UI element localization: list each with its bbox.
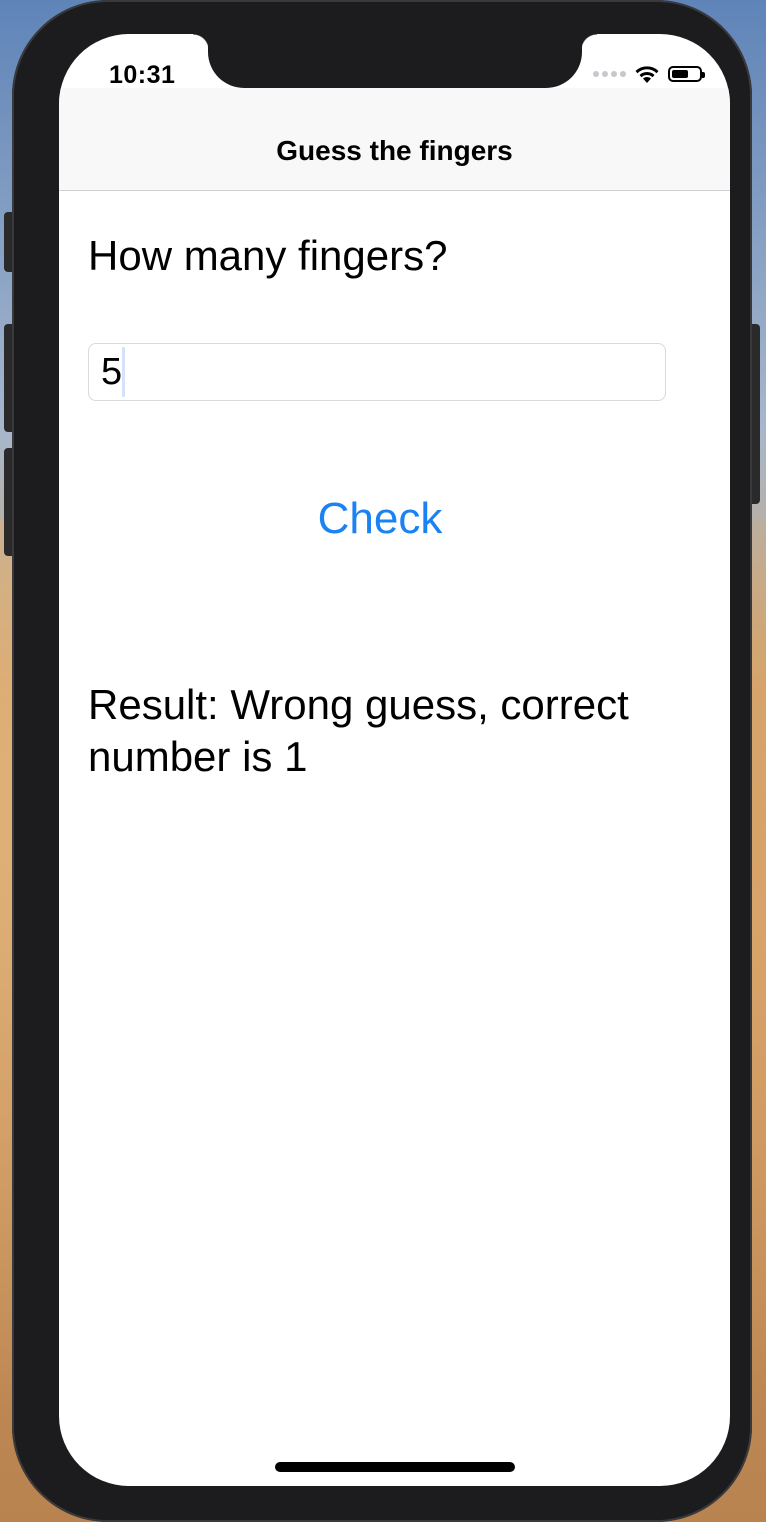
home-indicator[interactable] [275, 1462, 515, 1472]
question-label: How many fingers? [88, 232, 448, 279]
wifi-icon [635, 66, 659, 83]
page-title: Guess the fingers [276, 135, 513, 166]
battery-icon [668, 66, 705, 82]
text-cursor [122, 347, 125, 397]
check-button[interactable]: Check [59, 489, 701, 549]
status-icons [593, 64, 705, 84]
app-screen: 10:31 Guess the fingers How many fingers… [59, 34, 730, 1486]
navigation-bar: Guess the fingers [59, 88, 730, 191]
phone-frame: 10:31 Guess the fingers How many fingers… [12, 0, 752, 1522]
result-label: Result: Wrong guess, correct number is 1 [88, 681, 629, 780]
device-notch [193, 34, 597, 88]
status-time: 10:31 [109, 61, 176, 89]
fingers-guess-input[interactable] [88, 343, 666, 401]
signal-icon [593, 71, 626, 77]
